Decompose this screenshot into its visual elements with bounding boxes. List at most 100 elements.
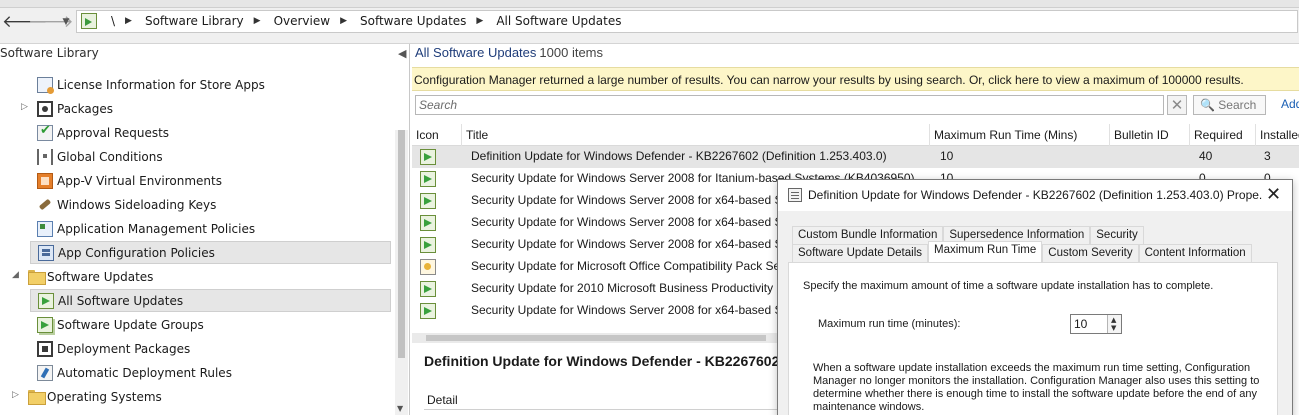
- collapse-icon[interactable]: ◢: [12, 270, 19, 280]
- tab-content-information[interactable]: Content Information: [1138, 244, 1252, 262]
- details-pane: Definition Update for Windows Defender -…: [412, 344, 788, 415]
- details-title: Definition Update for Windows Defender -…: [424, 353, 788, 369]
- column-header-installed[interactable]: Installed: [1256, 124, 1299, 146]
- table-header: Icon Title Maximum Run Time (Mins) Bulle…: [412, 124, 1299, 146]
- back-arrow-icon[interactable]: 🡐: [2, 12, 48, 32]
- tab-detail[interactable]: Detail: [427, 393, 458, 407]
- sidebar-item-software-update-groups[interactable]: Software Update Groups: [30, 314, 391, 337]
- expand-icon[interactable]: ▷: [12, 390, 19, 400]
- sidebar-item-label: Software Updates: [47, 270, 154, 284]
- sidebar-item-label: License Information for Store Apps: [57, 78, 265, 92]
- package-icon: [37, 101, 53, 117]
- collapse-pane-icon[interactable]: ◀: [398, 47, 406, 60]
- breadcrumb-software-updates[interactable]: Software Updates: [360, 14, 466, 28]
- sidebar-item-label: Deployment Packages: [57, 342, 191, 356]
- tab-security[interactable]: Security: [1090, 226, 1144, 244]
- maximum-run-time-description: Specify the maximum amount of time a sof…: [803, 280, 1214, 292]
- row-title: Definition Update for Windows Defender -…: [471, 149, 887, 163]
- sidebar-item-application-management-policies[interactable]: Application Management Policies: [30, 218, 391, 241]
- decrement-icon[interactable]: ▼: [1111, 325, 1116, 332]
- table-horizontal-scrollbar[interactable]: [412, 333, 778, 343]
- tab-row-bottom: Software Update Details Maximum Run Time…: [792, 241, 1252, 262]
- update-icon: [420, 215, 436, 231]
- scrollbar-thumb[interactable]: [398, 130, 405, 358]
- tab-custom-severity[interactable]: Custom Severity: [1042, 244, 1139, 262]
- sidebar-item-app-configuration-policies[interactable]: App Configuration Policies: [30, 241, 391, 264]
- sidebar-item-app-v-environments[interactable]: App-V Virtual Environments: [30, 170, 391, 193]
- tab-maximum-run-time[interactable]: Maximum Run Time: [928, 241, 1043, 262]
- navigation-scrollbar[interactable]: ▼: [395, 130, 408, 415]
- tab-custom-bundle-information[interactable]: Custom Bundle Information: [792, 226, 944, 244]
- sidebar-item-sideloading-keys[interactable]: Windows Sideloading Keys: [30, 194, 391, 217]
- column-header-max-run-time[interactable]: Maximum Run Time (Mins): [930, 124, 1110, 146]
- properties-dialog: Definition Update for Windows Defender -…: [777, 179, 1293, 415]
- sidebar-item-approval-requests[interactable]: Approval Requests: [30, 122, 391, 145]
- sidebar-item-license-information[interactable]: License Information for Store Apps: [30, 74, 391, 97]
- update-icon: [420, 193, 436, 209]
- row-max-run-time: 10: [940, 149, 954, 163]
- breadcrumb-root[interactable]: \: [111, 14, 115, 28]
- global-conditions-icon: [37, 149, 53, 165]
- breadcrumb: \ ▶ Software Library ▶ Overview ▶ Softwa…: [111, 14, 621, 28]
- sidebar-item-global-conditions[interactable]: Global Conditions: [30, 146, 391, 169]
- scroll-down-icon[interactable]: ▼: [397, 404, 403, 413]
- breadcrumb-software-library[interactable]: Software Library: [145, 14, 244, 28]
- chevron-right-icon[interactable]: ▶: [340, 16, 347, 26]
- dialog-title: Definition Update for Windows Defender -…: [808, 188, 1263, 202]
- app-v-icon: [37, 173, 53, 189]
- scrollbar-thumb[interactable]: [426, 335, 766, 341]
- info-bar[interactable]: Configuration Manager returned a large n…: [412, 67, 1299, 91]
- update-icon: [420, 149, 436, 165]
- expand-icon[interactable]: ▷: [21, 102, 28, 112]
- sidebar-item-automatic-deployment-rules[interactable]: Automatic Deployment Rules: [30, 362, 391, 385]
- sidebar-item-label: Operating Systems: [47, 390, 162, 404]
- row-installed: 3: [1264, 149, 1271, 163]
- sidebar-item-packages[interactable]: ▷ Packages: [21, 98, 391, 121]
- sidebar-item-label: App-V Virtual Environments: [57, 174, 222, 188]
- breadcrumb-bar[interactable]: \ ▶ Software Library ▶ Overview ▶ Softwa…: [76, 10, 1298, 33]
- results-header: All Software Updates 1000 items: [415, 45, 603, 60]
- folder-icon: [28, 269, 46, 285]
- breadcrumb-all-software-updates[interactable]: All Software Updates: [496, 14, 621, 28]
- chevron-right-icon[interactable]: ▶: [476, 16, 483, 26]
- maximum-run-time-value[interactable]: 10: [1074, 317, 1087, 331]
- update-icon: [420, 281, 436, 297]
- sidebar-item-operating-systems[interactable]: ▷ Operating Systems: [0, 386, 391, 409]
- software-update-icon: [81, 13, 97, 29]
- search-input[interactable]: Search: [415, 95, 1164, 115]
- chevron-right-icon[interactable]: ▶: [254, 16, 261, 26]
- history-dropdown-icon[interactable]: ▼: [56, 12, 76, 32]
- sidebar-item-label: App Configuration Policies: [58, 246, 215, 260]
- sidebar-item-software-updates[interactable]: ◢ Software Updates: [0, 266, 391, 289]
- column-header-title[interactable]: Title: [462, 124, 930, 146]
- tab-software-update-details[interactable]: Software Update Details: [792, 244, 929, 262]
- maximum-run-time-label: Maximum run time (minutes):: [818, 318, 961, 330]
- update-group-icon: [37, 317, 53, 333]
- column-header-required[interactable]: Required: [1190, 124, 1256, 146]
- clear-search-button[interactable]: ✕: [1167, 95, 1187, 115]
- sidebar-item-all-software-updates[interactable]: All Software Updates: [30, 289, 391, 312]
- sidebar-item-label: Global Conditions: [57, 150, 163, 164]
- navigation-pane-title: Software Library: [0, 46, 99, 60]
- increment-icon[interactable]: ▲: [1111, 317, 1116, 324]
- ribbon-edge: [0, 0, 1299, 8]
- sidebar-item-label: Application Management Policies: [57, 222, 256, 236]
- sidebar-item-label: Approval Requests: [57, 126, 170, 140]
- close-icon[interactable]: ✕: [1266, 184, 1281, 205]
- chevron-right-icon[interactable]: ▶: [125, 16, 132, 26]
- forward-arrow-icon[interactable]: 🡒: [28, 12, 74, 32]
- table-row[interactable]: Definition Update for Windows Defender -…: [412, 146, 1299, 168]
- update-icon: [420, 171, 436, 187]
- column-header-bulletin-id[interactable]: Bulletin ID: [1110, 124, 1190, 146]
- breadcrumb-overview[interactable]: Overview: [274, 14, 331, 28]
- key-icon: [37, 197, 53, 213]
- dialog-titlebar[interactable]: Definition Update for Windows Defender -…: [778, 180, 1292, 211]
- license-icon: [37, 77, 54, 94]
- update-icon: [420, 303, 436, 319]
- search-button[interactable]: 🔍 Search: [1193, 95, 1266, 115]
- column-header-icon[interactable]: Icon: [412, 124, 462, 146]
- maximum-run-time-stepper[interactable]: 10 ▲ ▼: [1070, 314, 1122, 334]
- add-criteria-link[interactable]: Add Criteria: [1281, 97, 1299, 111]
- sidebar-item-deployment-packages[interactable]: Deployment Packages: [30, 338, 391, 361]
- stepper-controls: ▲ ▼: [1107, 315, 1121, 333]
